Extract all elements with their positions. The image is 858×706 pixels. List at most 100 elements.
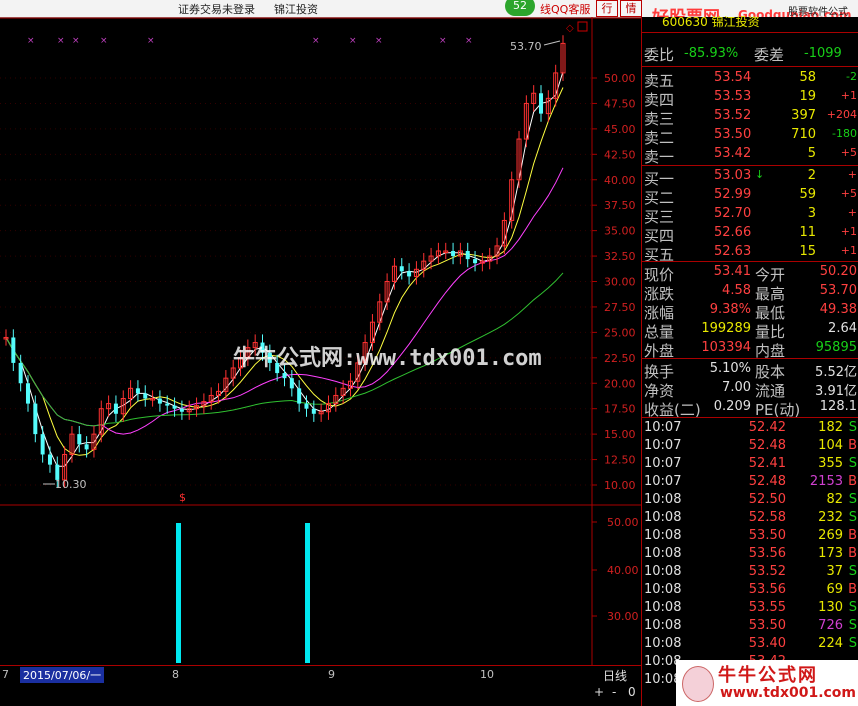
zoom-reset-button[interactable]: 0 bbox=[628, 685, 636, 699]
volume-axis: 50.00 40.00 30.00 bbox=[592, 516, 639, 623]
ask-row-cell: 53.42 bbox=[714, 146, 752, 161]
tick-row[interactable]: 10:08 53.50 726 S bbox=[642, 617, 858, 636]
stat2-row-cell: 3.91亿 bbox=[815, 384, 857, 399]
ask-row-cell: -180 bbox=[832, 127, 857, 140]
bid-row-cell: +5 bbox=[840, 187, 857, 200]
ask-row[interactable]: 卖五 53.54 58 -2 bbox=[642, 69, 858, 90]
signal-x-mark: × bbox=[57, 36, 65, 46]
tick-row[interactable]: 10:08 52.58 232 S bbox=[642, 509, 858, 528]
tab-info[interactable]: 情 bbox=[620, 0, 642, 17]
bid-row[interactable]: 买三 52.70 3 + bbox=[642, 205, 858, 226]
signal-dollar: $ bbox=[179, 491, 186, 504]
candle-down bbox=[113, 403, 118, 414]
stat-row-cell: 103394 bbox=[701, 340, 751, 355]
tick-row[interactable]: 10:07 52.41 355 S bbox=[642, 455, 858, 474]
current-date[interactable]: 2015/07/06/一 bbox=[20, 667, 105, 683]
bid-row-cell: + bbox=[847, 168, 857, 181]
tick-row[interactable]: 10:07 52.48 104 B bbox=[642, 437, 858, 456]
price-tick-label: 30.00 bbox=[604, 276, 636, 289]
window-icon[interactable] bbox=[577, 21, 588, 32]
bid-row[interactable]: 买五 52.63 15 +1 bbox=[642, 243, 858, 264]
corner-watermark-title: 牛牛公式网 bbox=[718, 665, 818, 686]
tick-row-cell: 52.41 bbox=[748, 456, 786, 471]
stat-row-cell: 9.38% bbox=[709, 302, 751, 317]
tick-row-cell: B bbox=[848, 528, 857, 543]
tick-row-cell: 10:07 bbox=[644, 456, 682, 471]
tick-row[interactable]: 10:08 53.56 69 B bbox=[642, 581, 858, 600]
tick-row[interactable]: 10:08 53.40 224 S bbox=[642, 635, 858, 654]
ask-row[interactable]: 卖二 53.50 710 -180 bbox=[642, 126, 858, 147]
tick-row[interactable]: 10:08 53.56 173 B bbox=[642, 545, 858, 564]
bid-row[interactable]: 买四 52.66 11 +1 bbox=[642, 224, 858, 245]
tick-row[interactable]: 10:08 53.52 37 S bbox=[642, 563, 858, 582]
notification-badge[interactable]: 52 bbox=[505, 0, 535, 16]
candle-down bbox=[473, 259, 478, 264]
candle-down bbox=[47, 454, 52, 465]
candle-down bbox=[289, 378, 294, 389]
tick-row-cell: S bbox=[848, 492, 857, 507]
zoom-in-button[interactable]: + bbox=[594, 685, 604, 699]
price-tick-label: 42.50 bbox=[604, 148, 636, 161]
weibi-label: 委比 bbox=[644, 46, 675, 64]
stat2-row-cell: 5.52亿 bbox=[815, 365, 857, 380]
diamond-icon[interactable]: ◇ bbox=[566, 23, 574, 34]
tick-row-cell: 10:08 bbox=[644, 600, 682, 615]
stat-row-cell: 199289 bbox=[701, 321, 751, 336]
tick-row-cell: 52.48 bbox=[748, 474, 786, 489]
tick-row-cell: 10:08 bbox=[644, 564, 682, 579]
tick-row[interactable]: 10:08 53.55 130 S bbox=[642, 599, 858, 618]
ask-row-cell: 5 bbox=[807, 146, 816, 161]
stat-row-cell: 49.38 bbox=[819, 302, 857, 317]
tab-quote[interactable]: 行 bbox=[596, 0, 618, 17]
period-selector[interactable]: 日线 bbox=[603, 667, 627, 684]
weibi-value: -85.93% bbox=[684, 46, 739, 61]
ask-row[interactable]: 卖三 53.52 397 +204 bbox=[642, 107, 858, 128]
high-pointer bbox=[543, 40, 561, 46]
tick-row-cell: 37 bbox=[826, 564, 843, 579]
stat-row-cell: 50.20 bbox=[819, 264, 857, 279]
tick-row-cell: 53.55 bbox=[748, 600, 786, 615]
qq-service-link[interactable]: 线QQ客服 bbox=[540, 1, 590, 17]
bid-row-cell: 15 bbox=[799, 244, 816, 259]
stat-row-cell: 95895 bbox=[815, 340, 857, 355]
tick-row-cell: S bbox=[848, 564, 857, 579]
volume-tick-label: 50.00 bbox=[607, 516, 639, 529]
ask-row[interactable]: 卖四 53.53 19 +1 bbox=[642, 88, 858, 109]
ask-row-cell: 53.54 bbox=[714, 70, 752, 85]
grid-lines bbox=[0, 77, 592, 486]
tick-row[interactable]: 10:08 53.50 269 B bbox=[642, 527, 858, 546]
tick-row-cell: 182 bbox=[818, 420, 843, 435]
bid-row-cell: 3 bbox=[807, 206, 816, 221]
stat-row: 外盘 103394 内盘 95895 bbox=[642, 339, 858, 360]
ask-row-cell: 53.53 bbox=[714, 89, 752, 104]
ask-row-cell: +5 bbox=[840, 146, 857, 159]
candle-down bbox=[172, 405, 177, 409]
zoom-out-button[interactable]: - bbox=[612, 685, 616, 699]
ask-row-cell: 58 bbox=[799, 70, 816, 85]
bid-row[interactable]: 买二 52.99 59 +5 bbox=[642, 186, 858, 207]
tick-row[interactable]: 10:07 52.42 182 S bbox=[642, 419, 858, 438]
ask-row[interactable]: 卖一 53.42 5 +5 bbox=[642, 145, 858, 166]
candle-down bbox=[282, 373, 287, 379]
stock-code-name: 600630 锦江投资 bbox=[662, 15, 760, 29]
volume-tick-label: 40.00 bbox=[607, 564, 639, 577]
tick-row[interactable]: 10:07 52.48 2153 B bbox=[642, 473, 858, 492]
broker-name[interactable]: 锦江投资 bbox=[274, 1, 318, 17]
candle-down bbox=[311, 408, 316, 414]
tick-row-cell: B bbox=[848, 582, 857, 597]
candle-down bbox=[539, 93, 544, 114]
tick-row[interactable]: 10:08 52.50 82 S bbox=[642, 491, 858, 510]
signal-x-mark: × bbox=[147, 36, 155, 46]
bid-row[interactable]: 买一 53.03 2 + bbox=[642, 167, 858, 188]
stat2-row-cell: 128.1 bbox=[819, 399, 857, 414]
signal-x-mark: × bbox=[312, 36, 320, 46]
candle-down bbox=[135, 388, 140, 394]
tick-row-cell: 726 bbox=[818, 618, 843, 633]
candle-down bbox=[179, 408, 184, 412]
tick-row-cell: 53.52 bbox=[748, 564, 786, 579]
tick-row-cell: 10:07 bbox=[644, 474, 682, 489]
tick-row-cell: 82 bbox=[826, 492, 843, 507]
price-tick-label: 35.00 bbox=[604, 225, 636, 238]
candle-down bbox=[25, 383, 30, 404]
bid-row-cell: 59 bbox=[799, 187, 816, 202]
